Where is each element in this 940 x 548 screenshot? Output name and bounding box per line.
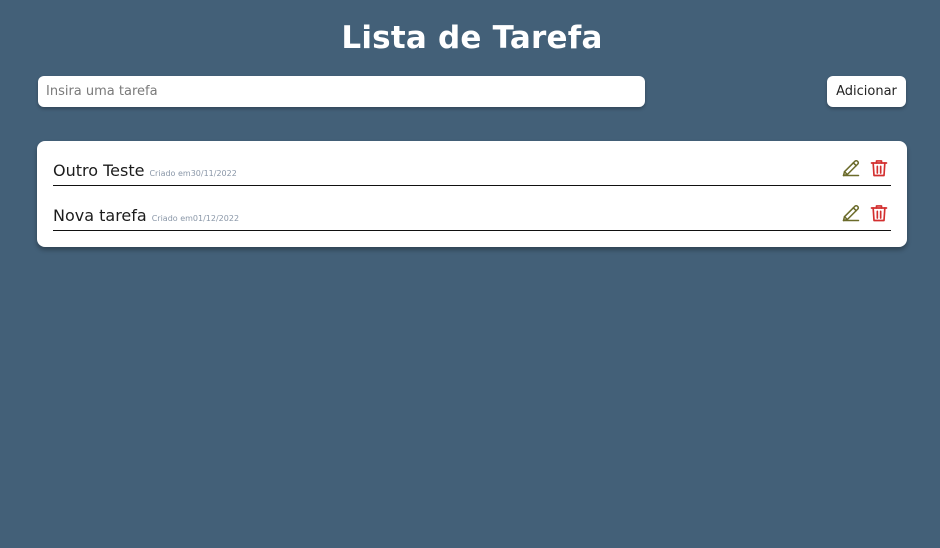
task-actions bbox=[841, 157, 889, 179]
task-created-date: Criado em30/11/2022 bbox=[149, 169, 237, 178]
pencil-icon[interactable] bbox=[841, 157, 861, 179]
task-name: Nova tarefa bbox=[53, 206, 147, 225]
task-item: Nova tarefa Criado em01/12/2022 bbox=[53, 200, 891, 231]
task-item: Outro Teste Criado em30/11/2022 bbox=[53, 155, 891, 186]
task-input[interactable] bbox=[38, 76, 645, 107]
task-created-date: Criado em01/12/2022 bbox=[151, 214, 240, 223]
task-list: Outro Teste Criado em30/11/2022 Nova tar… bbox=[37, 141, 907, 247]
trash-icon[interactable] bbox=[869, 157, 889, 179]
task-actions bbox=[841, 202, 889, 224]
pencil-icon[interactable] bbox=[841, 202, 861, 224]
page-title: Lista de Tarefa bbox=[341, 20, 603, 56]
trash-icon[interactable] bbox=[869, 202, 889, 224]
add-task-button[interactable]: Adicionar bbox=[827, 76, 906, 107]
task-name: Outro Teste bbox=[53, 161, 145, 180]
app-page: Lista de Tarefa Adicionar Outro Teste Cr… bbox=[0, 0, 940, 548]
